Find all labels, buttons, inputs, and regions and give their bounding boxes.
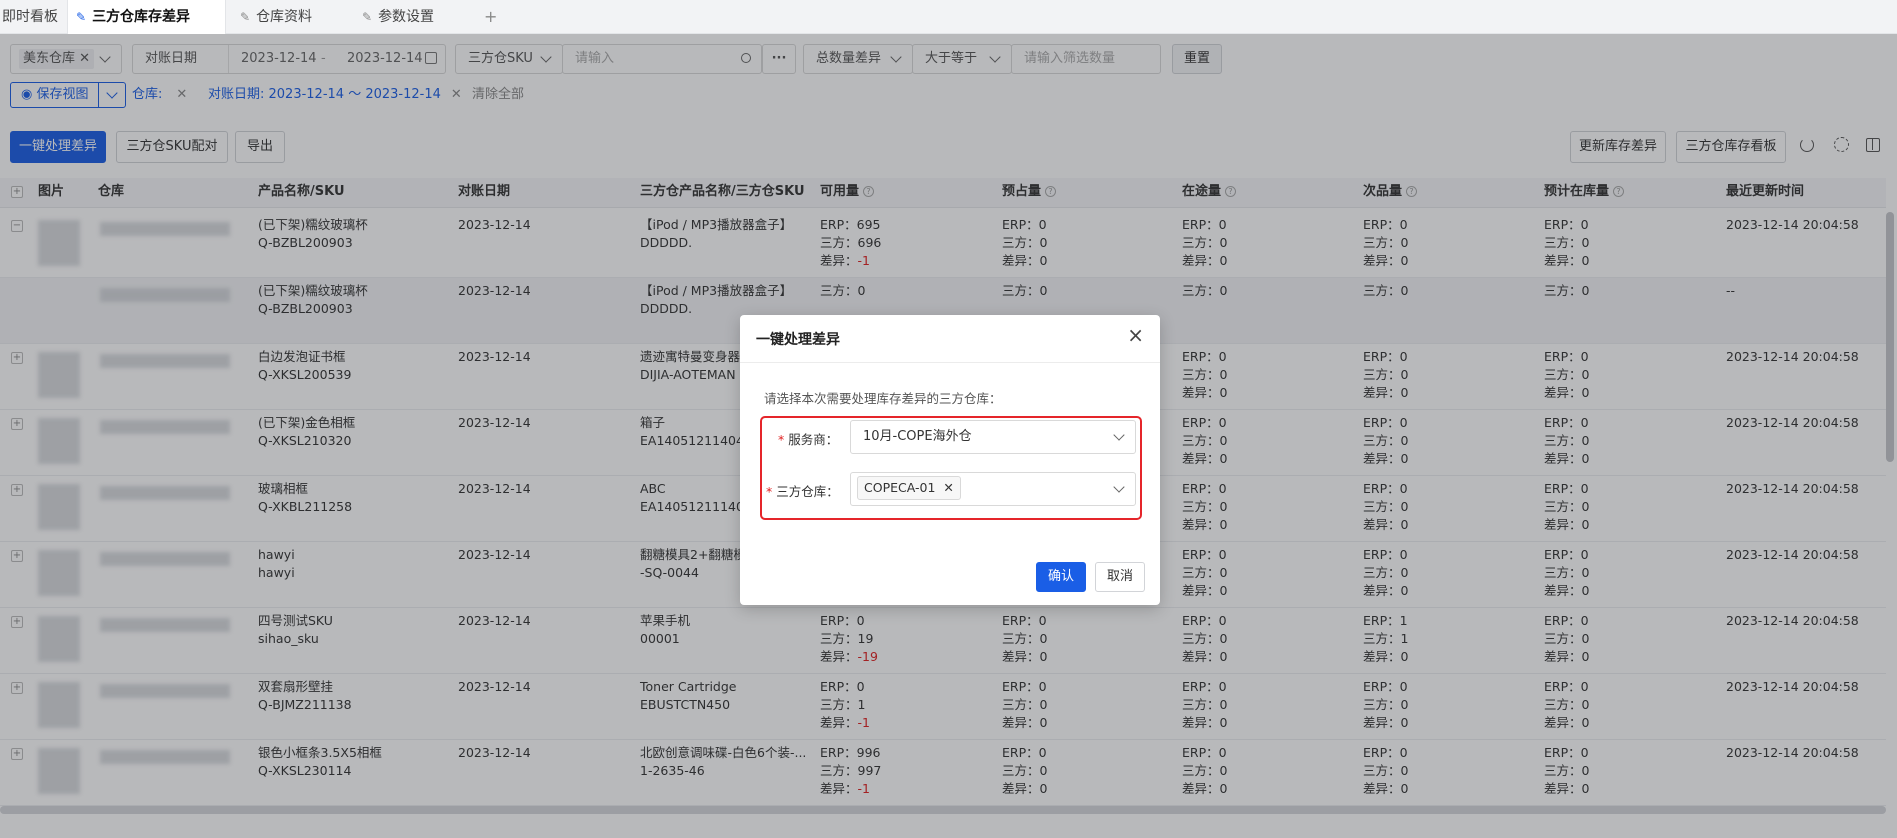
confirm-button[interactable]: 确认 [1036,562,1086,592]
pin-icon: ✎ [362,10,373,24]
chevron-down-icon [1113,481,1125,493]
tab-warehouse-info[interactable]: ✎ 仓库资料 [232,0,342,34]
cancel-button[interactable]: 取消 [1095,562,1145,592]
pin-icon: ✎ [76,10,87,24]
tab-bar: 即时看板 ✎ 三方仓库存差异 ✎ 仓库资料 ✎ 参数设置 + [0,0,1897,34]
tab-inventory-diff[interactable]: ✎ 三方仓库存差异 [67,0,226,34]
remove-tag-icon[interactable]: ✕ [943,480,953,495]
process-diff-dialog: 一键处理差异 × 请选择本次需要处理库存差异的三方仓库： * 服务商： 10月-… [740,315,1160,605]
warehouse-label: * 三方仓库： [766,484,839,499]
provider-select[interactable]: 10月-COPE海外仓 [850,420,1136,454]
dialog-title: 一键处理差异 [756,332,840,348]
close-icon[interactable]: × [1127,323,1144,347]
chevron-down-icon [1113,429,1125,441]
tab-dashboard[interactable]: 即时看板 [0,0,66,34]
pin-icon: ✎ [240,10,251,24]
provider-label: * 服务商： [778,432,839,447]
tab-settings[interactable]: ✎ 参数设置 [354,0,464,34]
add-tab-button[interactable]: + [476,0,506,34]
third-party-warehouse-select[interactable]: COPECA-01 ✕ [850,472,1136,506]
warehouse-tag: COPECA-01 ✕ [857,476,961,500]
dialog-hint: 请选择本次需要处理库存差异的三方仓库： [764,391,1002,406]
